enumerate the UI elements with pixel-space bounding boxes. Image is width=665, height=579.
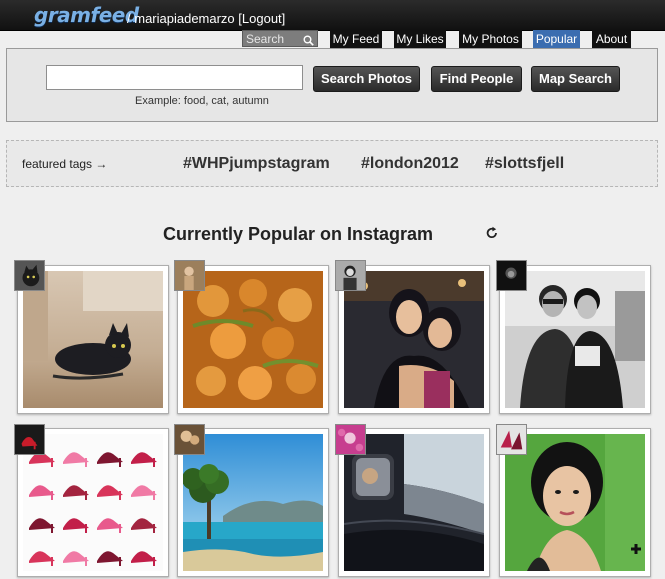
search-photos-button[interactable]: Search Photos <box>313 66 420 92</box>
search-panel: Example: food, cat, autumn Search Photos… <box>6 48 658 122</box>
user-avatar[interactable] <box>174 260 205 291</box>
search-example-hint: Example: food, cat, autumn <box>135 95 269 107</box>
user-avatar[interactable] <box>496 424 527 455</box>
refresh-icon[interactable] <box>485 226 499 245</box>
photo-search-input[interactable] <box>46 65 303 90</box>
username[interactable]: mariapiademarzo <box>134 11 234 26</box>
nav-popular[interactable]: Popular <box>533 30 580 48</box>
logout-link[interactable]: [Logout] <box>238 11 285 26</box>
nav-about[interactable]: About <box>592 30 631 48</box>
user-avatar[interactable] <box>496 260 527 291</box>
user-avatar[interactable] <box>335 260 366 291</box>
user-avatar[interactable] <box>14 424 45 455</box>
tag-slottsfjell[interactable]: #slottsfjell <box>485 155 564 173</box>
user-avatar[interactable] <box>335 424 366 455</box>
section-title: Currently Popular on Instagram <box>163 224 434 244</box>
search-input[interactable] <box>246 32 302 46</box>
user-line: / mariapiademarzo [Logout] <box>127 11 286 26</box>
photo-thumbnail[interactable] <box>505 271 645 408</box>
tag-whpjumpstagram[interactable]: #WHPjumpstagram <box>183 155 330 173</box>
nav-search-box <box>242 30 318 47</box>
photo-thumbnail[interactable] <box>344 271 484 408</box>
photo-thumbnail[interactable] <box>183 271 323 408</box>
map-search-button[interactable]: Map Search <box>531 66 620 92</box>
nav-my-photos[interactable]: My Photos <box>459 30 522 48</box>
featured-tags-bar: featured tags → #WHPjumpstagram #london2… <box>6 140 658 187</box>
user-avatar[interactable] <box>14 260 45 291</box>
find-people-button[interactable]: Find People <box>431 66 522 92</box>
photo-thumbnail[interactable] <box>23 271 163 408</box>
gramfeed-logo[interactable]: gramfeed <box>34 3 139 27</box>
nav-my-likes[interactable]: My Likes <box>394 30 446 48</box>
tag-london2012[interactable]: #london2012 <box>361 155 459 173</box>
nav-my-feed[interactable]: My Feed <box>330 30 382 48</box>
featured-tags-label: featured tags → <box>22 157 108 171</box>
user-avatar[interactable] <box>174 424 205 455</box>
